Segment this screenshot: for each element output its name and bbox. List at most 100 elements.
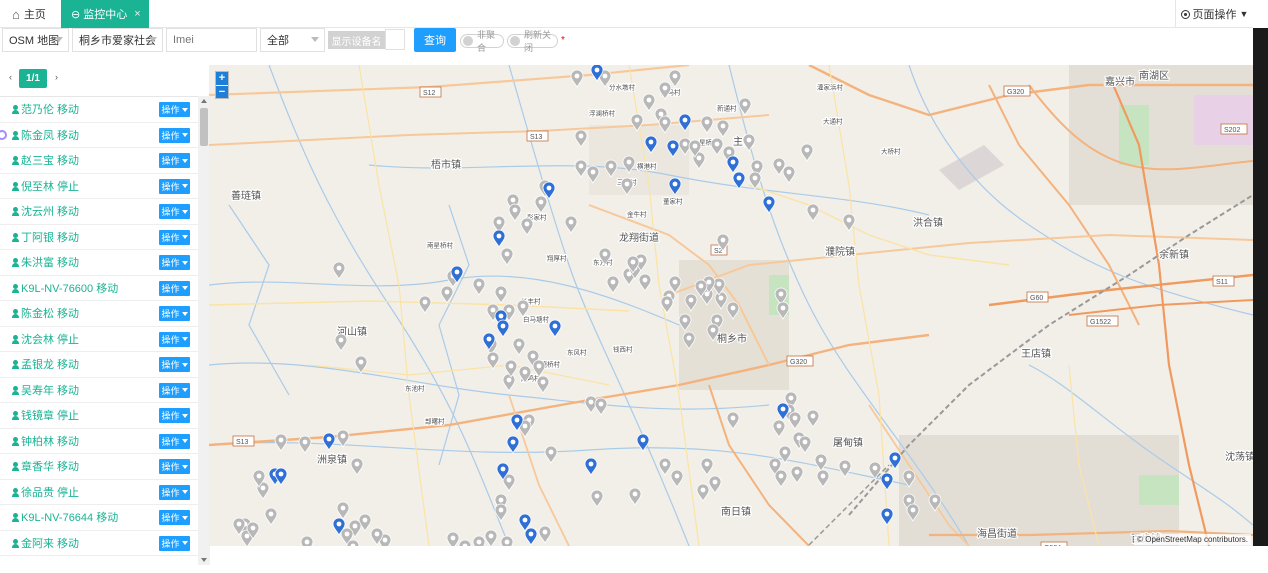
blue-map-pin[interactable] bbox=[322, 432, 336, 451]
gray-map-pin[interactable] bbox=[508, 203, 522, 222]
prev-page-icon[interactable]: ‹ bbox=[9, 72, 12, 82]
gray-map-pin[interactable] bbox=[264, 507, 278, 526]
device-op-button[interactable]: 操作 bbox=[159, 229, 190, 245]
device-row[interactable]: 陈金凤 移动 操作 bbox=[0, 123, 198, 148]
device-op-button[interactable]: 操作 bbox=[159, 204, 190, 219]
gray-map-pin[interactable] bbox=[472, 277, 486, 296]
device-name[interactable]: 范乃伦 移动 bbox=[21, 101, 79, 117]
gray-map-pin[interactable] bbox=[700, 115, 714, 134]
gray-map-pin[interactable] bbox=[638, 273, 652, 292]
gray-map-pin[interactable] bbox=[494, 285, 508, 304]
gray-map-pin[interactable] bbox=[806, 409, 820, 428]
device-row[interactable]: 金阿来 移动 操作 bbox=[0, 531, 198, 556]
gray-map-pin[interactable] bbox=[748, 171, 762, 190]
device-op-button[interactable]: 操作 bbox=[159, 178, 190, 194]
device-row[interactable]: 朱洪富 移动 操作 bbox=[0, 250, 198, 276]
gray-map-pin[interactable] bbox=[494, 503, 508, 522]
device-row[interactable]: K9L-NV-76600 移动 操作 bbox=[0, 276, 198, 301]
map-canvas[interactable]: S12S13G320S202S2G60G1522S11G320S13G524 分… bbox=[209, 65, 1253, 546]
gray-map-pin[interactable] bbox=[274, 433, 288, 452]
map-type-select[interactable]: OSM 地图 bbox=[2, 28, 69, 52]
gray-map-pin[interactable] bbox=[700, 457, 714, 476]
tab-monitor-center[interactable]: ⊖ 监控中心 × bbox=[61, 0, 149, 28]
device-name[interactable]: 陈金凤 移动 bbox=[21, 127, 79, 143]
gray-map-pin[interactable] bbox=[660, 295, 674, 314]
device-op-button[interactable]: 操作 bbox=[159, 510, 190, 525]
gray-map-pin[interactable] bbox=[502, 373, 516, 392]
gray-map-pin[interactable] bbox=[534, 195, 548, 214]
device-name[interactable]: 沈会林 停止 bbox=[21, 331, 79, 347]
tab-home[interactable]: ⌂ 主页 bbox=[0, 0, 60, 28]
gray-map-pin[interactable] bbox=[806, 203, 820, 222]
device-name[interactable]: 丁阿银 移动 bbox=[21, 229, 79, 245]
device-name[interactable]: K9L-NV-76644 移动 bbox=[21, 509, 118, 525]
device-row[interactable]: 沈会林 停止 操作 bbox=[0, 327, 198, 352]
gray-map-pin[interactable] bbox=[512, 337, 526, 356]
device-op-button[interactable]: 操作 bbox=[159, 153, 190, 168]
blue-map-pin[interactable] bbox=[496, 319, 510, 338]
device-name[interactable]: 倪至林 停止 bbox=[21, 178, 79, 194]
blue-map-pin[interactable] bbox=[492, 229, 506, 248]
device-row[interactable]: 沈云州 移动 操作 bbox=[0, 199, 198, 225]
device-name[interactable]: 徐品贵 停止 bbox=[21, 484, 79, 500]
device-op-button[interactable]: 操作 bbox=[159, 331, 190, 347]
blue-map-pin[interactable] bbox=[762, 195, 776, 214]
device-op-button[interactable]: 操作 bbox=[159, 408, 190, 423]
device-name[interactable]: 沈云州 移动 bbox=[21, 203, 79, 219]
show-device-name-button[interactable]: 显示设备名 bbox=[328, 31, 385, 49]
device-name[interactable]: 赵三宝 移动 bbox=[21, 152, 79, 168]
scroll-up-icon[interactable] bbox=[201, 99, 207, 103]
device-name[interactable]: 陈金松 移动 bbox=[21, 305, 79, 321]
page-ops-button[interactable]: 页面操作 ▼ bbox=[1175, 0, 1253, 28]
device-row[interactable]: 章香华 移动 操作 bbox=[0, 454, 198, 480]
blue-map-pin[interactable] bbox=[524, 527, 538, 546]
device-op-button[interactable]: 操作 bbox=[159, 306, 190, 321]
gray-map-pin[interactable] bbox=[334, 333, 348, 352]
device-row[interactable]: K9L-NV-76644 移动 操作 bbox=[0, 505, 198, 531]
gray-map-pin[interactable] bbox=[570, 69, 584, 88]
blue-map-pin[interactable] bbox=[726, 155, 740, 174]
device-row[interactable]: 陈金松 移动 操作 bbox=[0, 301, 198, 327]
device-row[interactable]: 徐品贵 停止 操作 bbox=[0, 480, 198, 505]
zoom-in-button[interactable]: + bbox=[216, 72, 228, 85]
gray-map-pin[interactable] bbox=[788, 411, 802, 430]
gray-map-pin[interactable] bbox=[814, 453, 828, 472]
gray-map-pin[interactable] bbox=[772, 419, 786, 438]
blue-map-pin[interactable] bbox=[880, 472, 894, 491]
blank-toggle[interactable] bbox=[385, 29, 405, 50]
device-op-button[interactable]: 操作 bbox=[159, 127, 190, 143]
gray-map-pin[interactable] bbox=[532, 359, 546, 378]
device-row[interactable]: 赵三宝 移动 操作 bbox=[0, 148, 198, 174]
blue-map-pin[interactable] bbox=[506, 435, 520, 454]
device-op-button[interactable]: 操作 bbox=[159, 255, 190, 270]
device-op-button[interactable]: 操作 bbox=[159, 280, 190, 296]
gray-map-pin[interactable] bbox=[716, 119, 730, 138]
device-op-button[interactable]: 操作 bbox=[159, 382, 190, 398]
refresh-switch[interactable]: 刷新关闭 bbox=[507, 30, 558, 53]
device-row[interactable]: 钱镜章 停止 操作 bbox=[0, 403, 198, 429]
gray-map-pin[interactable] bbox=[298, 435, 312, 454]
device-row[interactable]: 吴寿年 移动 操作 bbox=[0, 378, 198, 403]
device-name[interactable]: 孟银龙 移动 bbox=[21, 356, 79, 372]
device-row[interactable]: 钟柏林 移动 操作 bbox=[0, 429, 198, 454]
gray-map-pin[interactable] bbox=[336, 501, 350, 520]
device-row[interactable]: 丁阿银 移动 操作 bbox=[0, 225, 198, 250]
device-op-button[interactable]: 操作 bbox=[159, 535, 190, 551]
org-select[interactable]: 桐乡市爱家社会 bbox=[72, 28, 163, 52]
device-name[interactable]: 金阿来 移动 bbox=[21, 535, 79, 551]
next-page-icon[interactable]: › bbox=[55, 72, 58, 82]
gray-map-pin[interactable] bbox=[536, 375, 550, 394]
gray-map-pin[interactable] bbox=[594, 397, 608, 416]
device-row[interactable]: 范乃伦 移动 操作 bbox=[0, 97, 198, 123]
gray-map-pin[interactable] bbox=[798, 435, 812, 454]
gray-map-pin[interactable] bbox=[782, 165, 796, 184]
scroll-thumb[interactable] bbox=[200, 108, 208, 146]
gray-map-pin[interactable] bbox=[332, 261, 346, 280]
device-op-button[interactable]: 操作 bbox=[159, 433, 190, 449]
gray-map-pin[interactable] bbox=[516, 299, 530, 318]
gray-map-pin[interactable] bbox=[642, 93, 656, 112]
blue-map-pin[interactable] bbox=[548, 319, 562, 338]
gray-map-pin[interactable] bbox=[350, 457, 364, 476]
current-page[interactable]: 1/1 bbox=[19, 69, 47, 88]
gray-map-pin[interactable] bbox=[574, 129, 588, 148]
